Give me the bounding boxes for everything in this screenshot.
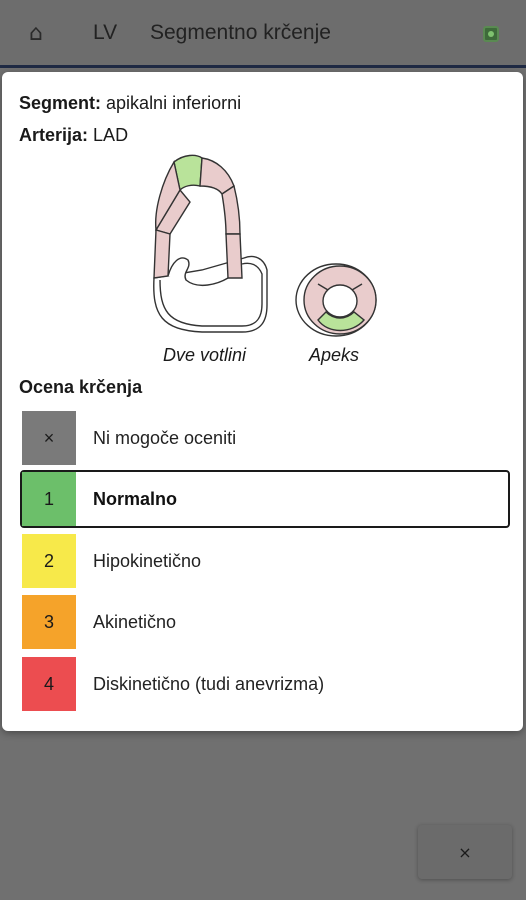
option-code: 4 (43, 673, 54, 694)
segment-label: Segment: (19, 93, 102, 113)
segment-rating-dialog: Segment: apikalni inferiorni Arterija: L… (2, 72, 523, 731)
option-code: 2 (43, 550, 54, 571)
artery-value: LAD (93, 125, 129, 145)
option-code: 1 (43, 488, 54, 509)
option-swatch: 3 (22, 595, 76, 649)
close-button[interactable]: × (418, 825, 512, 879)
option-normal[interactable]: 1 Normalno (20, 470, 510, 528)
option-swatch: × (22, 411, 76, 465)
option-hypokinetic[interactable]: 2 Hipokinetično (20, 532, 510, 590)
status-icon[interactable] (483, 26, 499, 42)
option-code: 3 (43, 611, 54, 632)
option-swatch: 4 (22, 657, 76, 711)
artery-info: Arterija: LAD (19, 125, 128, 146)
close-icon: × (458, 842, 472, 862)
segment-basal-inferior (225, 233, 243, 279)
close-icon: × (43, 427, 55, 448)
option-label: Akinetično (93, 612, 177, 632)
heart-segment-diagram (153, 154, 377, 337)
segment-info: Segment: apikalni inferiorni (19, 93, 241, 114)
two-chamber-view (153, 154, 268, 333)
option-not-assessable[interactable]: × Ni mogoče oceniti (20, 409, 510, 467)
section-label[interactable]: LV (93, 21, 117, 45)
option-swatch: 2 (22, 534, 76, 588)
segment-mid-inferior (221, 184, 241, 235)
option-akinetic[interactable]: 3 Akinetično (20, 593, 510, 651)
segment-basal-anterior (153, 229, 171, 279)
option-label: Diskinetično (tudi anevrizma) (93, 674, 325, 694)
caption-two-chamber: Dve votlini (163, 345, 247, 365)
option-swatch: 1 (22, 472, 76, 526)
artery-label: Arterija: (19, 125, 89, 145)
option-label: Normalno (93, 489, 178, 509)
app-bar: ⌂ LV Segmentno krčenje (0, 0, 526, 68)
apex-view (295, 263, 377, 337)
option-label: Ni mogoče oceniti (93, 428, 237, 448)
page-title: Segmentno krčenje (150, 21, 331, 44)
option-dyskinetic[interactable]: 4 Diskinetično (tudi anevrizma) (20, 655, 510, 713)
home-icon[interactable]: ⌂ (22, 20, 50, 48)
option-label: Hipokinetično (93, 551, 202, 571)
rating-title: Ocena krčenja (19, 377, 143, 397)
caption-apex: Apeks (309, 345, 360, 365)
segment-value: apikalni inferiorni (106, 93, 242, 113)
